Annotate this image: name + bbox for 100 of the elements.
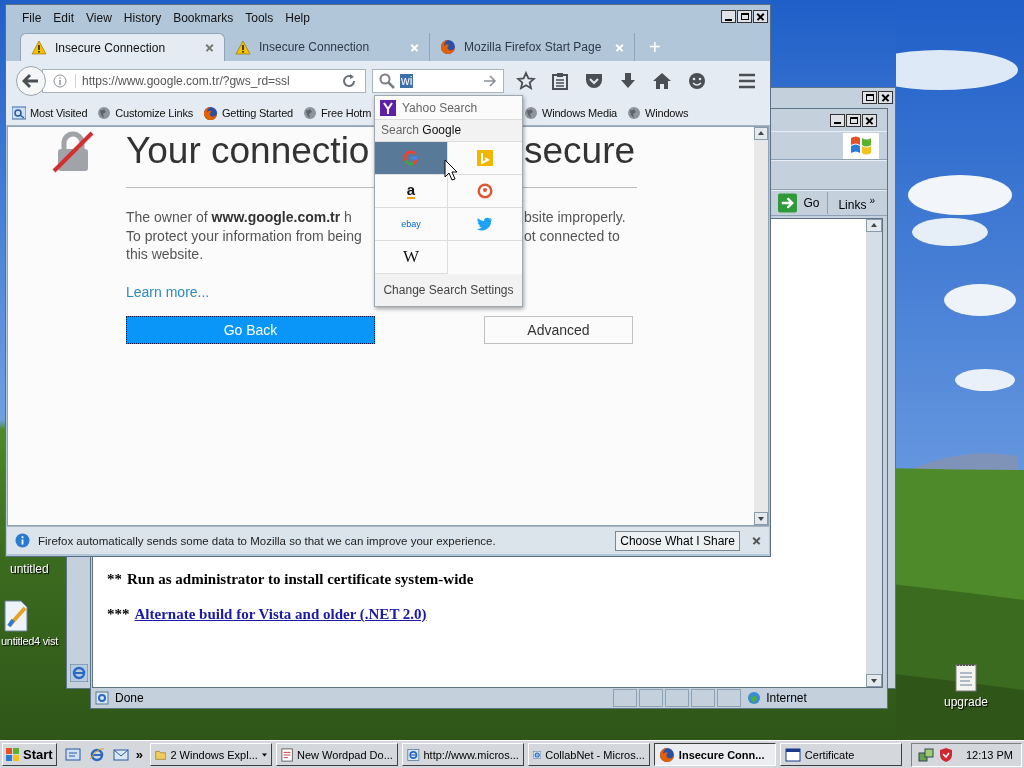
url-field[interactable]: https://www.google.com.tr/?gws_rd=ssl: [42, 69, 366, 93]
scrollbar[interactable]: [754, 127, 768, 525]
clipboard-icon[interactable]: [551, 72, 569, 90]
advanced-button[interactable]: Advanced: [484, 315, 633, 344]
clock: 12:13 PM: [965, 748, 1013, 761]
back-button[interactable]: [16, 66, 46, 96]
close-icon[interactable]: [752, 536, 761, 545]
chevron-button[interactable]: »: [135, 747, 143, 762]
pocket-icon[interactable]: [584, 72, 604, 90]
reload-icon[interactable]: [341, 73, 357, 89]
close-button[interactable]: [862, 113, 877, 127]
menu-item[interactable]: History: [117, 11, 168, 25]
document-icon[interactable]: [1, 600, 31, 632]
search-field[interactable]: wi: [372, 69, 504, 93]
star-icon[interactable]: [516, 71, 536, 91]
network-icon[interactable]: [917, 746, 934, 763]
taskbar-button[interactable]: Insecure Conn...: [653, 743, 776, 766]
start-button[interactable]: Start: [2, 743, 57, 766]
bing-icon: [477, 150, 493, 166]
globe-icon: [97, 106, 112, 120]
menu-item[interactable]: Help: [279, 11, 316, 25]
outlook-icon[interactable]: [112, 746, 129, 763]
search-header: Search Google: [375, 120, 522, 142]
minimize-button[interactable]: [721, 10, 736, 23]
shield-icon[interactable]: [937, 746, 954, 763]
search-engine-button[interactable]: W: [375, 241, 448, 274]
download-link[interactable]: Alternate build for Vista and older (.NET 2.0): [134, 606, 427, 623]
notepad-icon[interactable]: [954, 662, 978, 692]
ie-icon[interactable]: [88, 746, 105, 763]
instruction-text: Run as administrator to install certificate system-wide: [127, 571, 474, 588]
windows-logo-icon: [843, 132, 879, 159]
search-engine-button[interactable]: [375, 142, 448, 175]
search-engine-button[interactable]: [448, 208, 522, 241]
change-search-settings-button[interactable]: Change Search Settings: [375, 274, 522, 306]
globe-icon: [524, 106, 538, 120]
taskbar-button[interactable]: CollabNet - Micros...: [527, 743, 650, 766]
bookmark-item[interactable]: Getting Started: [203, 105, 293, 121]
warning-icon: [31, 40, 47, 55]
close-button[interactable]: [753, 10, 768, 23]
menu-item[interactable]: Edit: [47, 11, 81, 25]
learn-more-link[interactable]: Learn more...: [126, 283, 210, 300]
icon-label[interactable]: untitled: [10, 562, 49, 576]
arrow-icon[interactable]: [483, 75, 497, 87]
bird-icon: [477, 217, 493, 231]
warning-icon: [235, 39, 251, 55]
icon-label[interactable]: upgrade: [944, 695, 989, 709]
page-icon: [95, 691, 109, 705]
menu-item[interactable]: File: [16, 11, 48, 25]
url-text[interactable]: https://www.google.com.tr/?gws_rd=ssl: [75, 74, 333, 88]
minimize-button[interactable]: [830, 113, 845, 127]
maximize-button[interactable]: [846, 113, 861, 127]
close-button[interactable]: [878, 91, 893, 104]
search-engine-button[interactable]: a: [375, 175, 448, 208]
window-icon: [784, 747, 801, 762]
windows-logo-icon: [6, 747, 20, 762]
choose-what-i-share-button[interactable]: Choose What I Share: [615, 530, 740, 551]
asterisks: ***: [107, 606, 130, 623]
download-icon[interactable]: [619, 72, 637, 90]
globe-icon: [746, 691, 761, 705]
globe-icon: [303, 106, 317, 120]
menu-icon[interactable]: [738, 73, 756, 89]
go-button[interactable]: Go: [776, 192, 829, 214]
bookmark-item[interactable]: Free Hotm: [303, 105, 372, 121]
search-engine-button[interactable]: ebay: [375, 208, 448, 241]
links-button[interactable]: Links $^{»}$: [832, 194, 881, 212]
status-panel: [638, 689, 663, 707]
body-text: The owner of www.google.com.tr h: [126, 209, 352, 225]
scrollbar[interactable]: [866, 219, 882, 687]
menu-item[interactable]: Tools: [239, 11, 280, 25]
browser-tab[interactable]: Insecure Connection: [20, 33, 225, 61]
duck-icon: [477, 183, 493, 199]
globe-icon: [627, 106, 642, 120]
firefox-icon: [440, 39, 456, 55]
close-tab-icon[interactable]: [205, 43, 214, 52]
maximize-button[interactable]: [862, 91, 877, 104]
cursor-icon: [444, 159, 458, 181]
asterisks: **: [107, 571, 122, 588]
bookmark-item[interactable]: Customize Links: [97, 105, 193, 121]
smiley-icon[interactable]: [687, 71, 707, 91]
ie-icon[interactable]: [70, 664, 88, 682]
bookmark-item[interactable]: Windows: [627, 106, 689, 120]
bookmark-item[interactable]: Windows Media: [524, 106, 618, 120]
icon-label[interactable]: untitled4 vist: [1, 635, 58, 647]
zone-text: Internet: [766, 691, 808, 705]
taskbar-button[interactable]: 2 Windows Expl...: [149, 743, 272, 766]
taskbar-button[interactable]: http://www.micros...: [401, 743, 524, 766]
menu-item[interactable]: View: [80, 11, 118, 25]
body-text: bsite improperly.: [524, 208, 626, 227]
home-icon[interactable]: [652, 72, 672, 90]
notification-text: Firefox automatically sends some data to Mozilla so that we can improve your experience.: [38, 534, 497, 547]
taskbar-button[interactable]: New Wordpad Do...: [275, 743, 398, 766]
menu-item[interactable]: Bookmarks: [167, 11, 240, 25]
document-icon: [280, 746, 294, 763]
search-engine-button[interactable]: [448, 175, 522, 208]
taskbar-button[interactable]: Certificate: [779, 743, 902, 766]
page-heading: Your connectio: [126, 130, 370, 171]
maximize-button[interactable]: [737, 10, 752, 23]
page-heading: secure: [524, 129, 636, 173]
bookmark-item[interactable]: Most Visited: [12, 105, 88, 121]
firefox-icon: [658, 746, 675, 763]
